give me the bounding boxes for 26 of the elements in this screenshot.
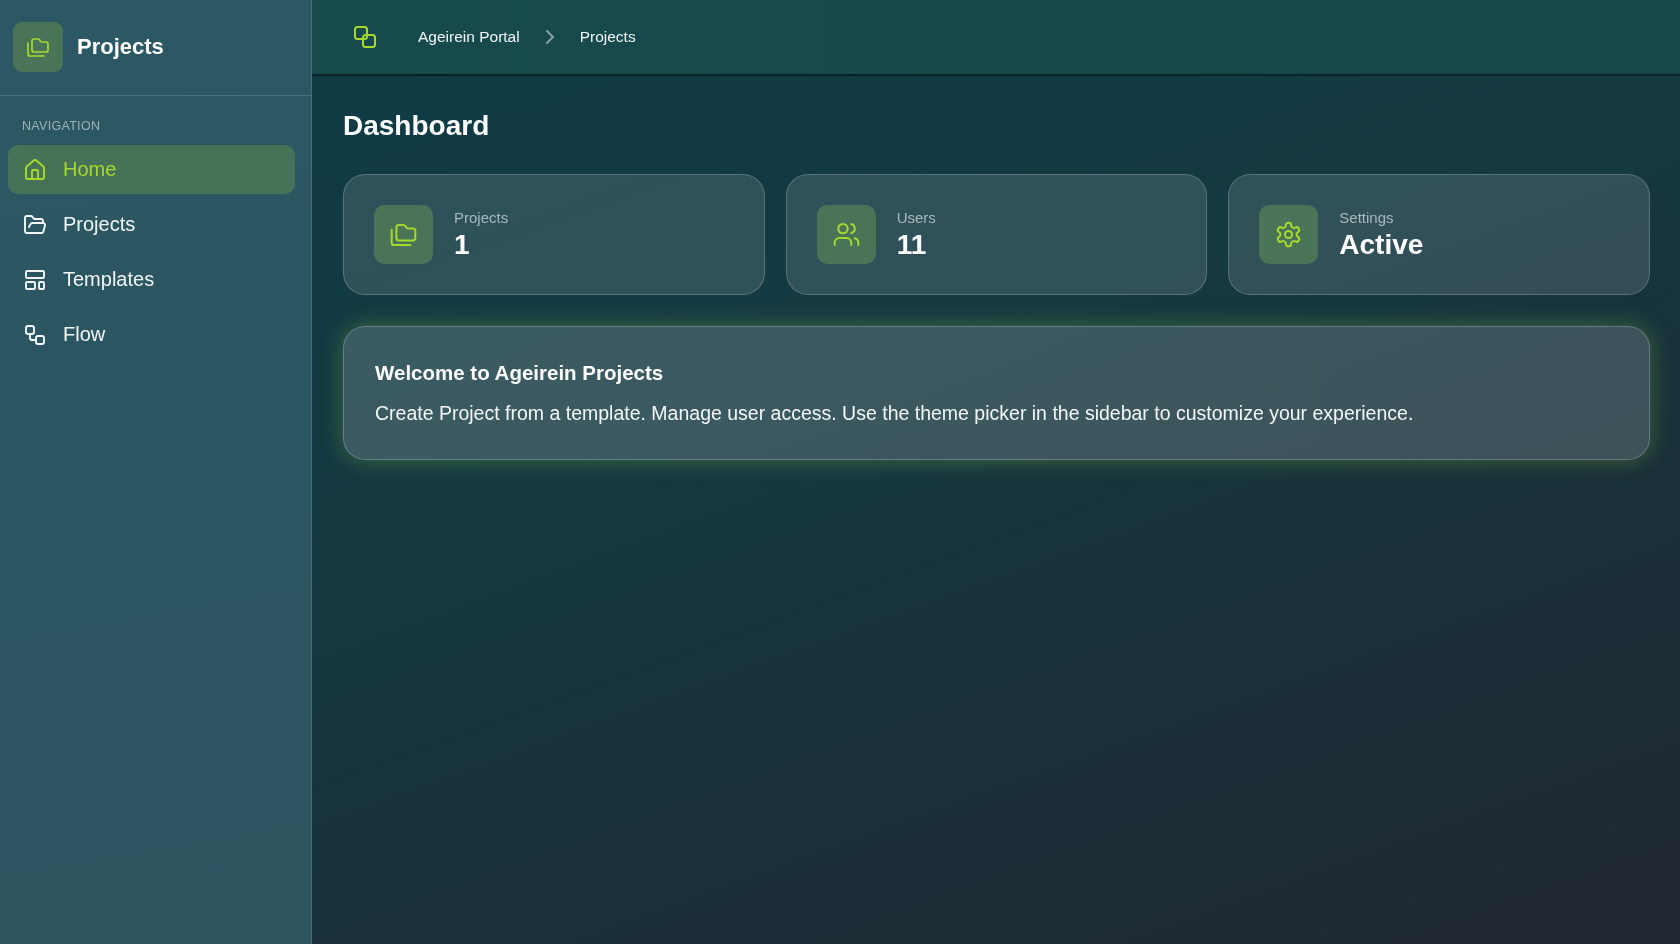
section-label: NAVIGATION xyxy=(21,119,102,133)
nav-item[interactable]: Projects xyxy=(8,200,295,249)
page-title: Dashboard xyxy=(343,109,491,143)
folder-icon xyxy=(24,213,46,236)
layout-icon xyxy=(24,268,46,291)
folders-icon xyxy=(374,205,433,264)
stat-label: Users xyxy=(896,208,936,226)
chevron-icon xyxy=(545,30,554,44)
house-icon xyxy=(24,158,46,181)
nav-item[interactable]: Templates xyxy=(8,255,295,304)
settings-icon xyxy=(1259,205,1319,264)
breadcrumb-link[interactable]: Projects xyxy=(579,28,636,46)
sidebar-title: Projects xyxy=(77,33,164,60)
breadcrumb-link[interactable]: Ageirein Portal xyxy=(418,28,520,46)
welcome-title: Welcome to Ageirein Projects xyxy=(375,361,665,385)
folders-logo-icon xyxy=(13,21,63,72)
nav-item[interactable]: Flow xyxy=(8,310,295,359)
stat-label: Settings xyxy=(1339,208,1395,226)
stat-value: 1 xyxy=(454,228,471,261)
users-icon xyxy=(816,205,876,264)
stat-label: Projects xyxy=(454,208,509,226)
stat-value: 11 xyxy=(896,228,928,261)
stat-value: Active xyxy=(1339,228,1424,261)
workflow-icon xyxy=(24,323,46,346)
overlapping-squares-icon xyxy=(354,26,376,48)
welcome-text: Create Project from a template. Manage user access. Use the theme picker in the sidebar to customize your experience. xyxy=(375,401,1415,425)
